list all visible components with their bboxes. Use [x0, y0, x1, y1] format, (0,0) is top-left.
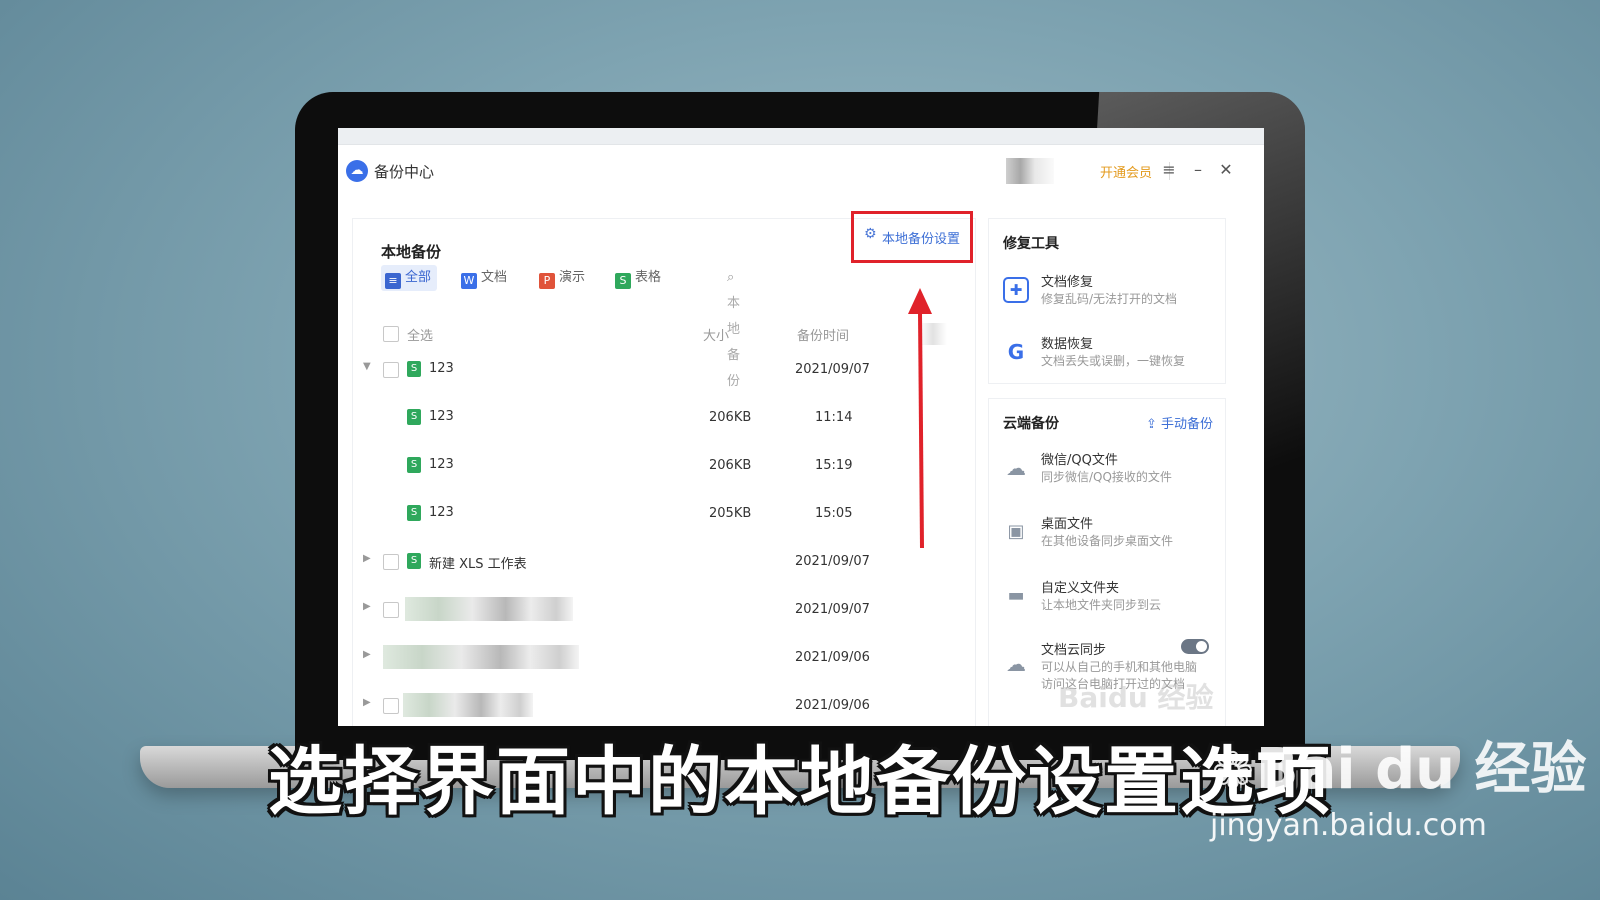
arrow-shaft [918, 311, 924, 549]
paw-icon: ❁ [1212, 742, 1254, 800]
caption: 选择界面中的本地备份设置选项 [268, 739, 1332, 825]
arrow-head [908, 288, 932, 314]
watermark-url: jingyan.baidu.com [1210, 808, 1487, 843]
baidu-jingyan-watermark: ❁Bai du 经验 [1210, 724, 1587, 805]
watermark-logo-text: Bai du 经验 [1255, 737, 1587, 802]
